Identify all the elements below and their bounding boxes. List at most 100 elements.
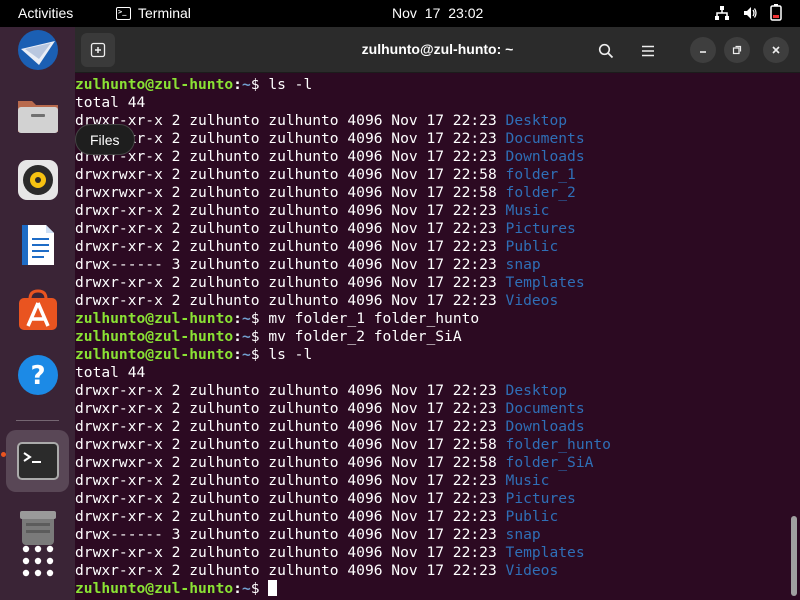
network-icon [715, 5, 729, 20]
files-icon [17, 101, 58, 133]
listing-row: drwxrwxr-x 2 zulhunto zulhunto 4096 Nov … [75, 166, 800, 184]
terminal-output[interactable]: zulhunto@zul-hunto:~$ ls -l total 44 drwxr… [75, 73, 800, 600]
minimize-button[interactable] [690, 37, 716, 63]
dock-separator [16, 420, 59, 421]
entry-meta: drwxr-xr-x 2 zulhunto zulhunto 4096 Nov … [75, 400, 506, 417]
cursor [268, 580, 278, 596]
prompt-user: zulhunto@zul-hunto [75, 310, 234, 327]
entry-name: folder_hunto [505, 436, 611, 453]
dock-help[interactable]: ? [6, 344, 69, 406]
entry-meta: drwxr-xr-x 2 zulhunto zulhunto 4096 Nov … [75, 418, 506, 435]
app-menu-label: Terminal [138, 5, 191, 21]
close-icon [772, 46, 780, 54]
help-icon: ? [17, 355, 58, 395]
svg-text:?: ? [30, 361, 45, 391]
prompt-line: zulhunto@zul-hunto:~$ mv folder_2 folder… [75, 328, 800, 346]
prompt-path: ~ [241, 346, 251, 363]
listing-row: drwxrwxr-x 2 zulhunto zulhunto 4096 Nov … [75, 436, 800, 454]
maximize-button[interactable] [724, 37, 750, 63]
dock-thunderbird[interactable] [6, 19, 69, 81]
terminal-icon [16, 442, 59, 480]
prompt-separator: : [233, 346, 242, 363]
entry-meta: drwxr-xr-x 2 zulhunto zulhunto 4096 Nov … [75, 508, 506, 525]
dock-app-center[interactable] [6, 279, 69, 341]
command-text: mv folder_2 folder_SiA [268, 328, 462, 345]
output-text: total 44 [75, 364, 146, 381]
app-menu[interactable]: >_ Terminal [116, 5, 191, 21]
listing-row: drwxr-xr-x 2 zulhunto zulhunto 4096 Nov … [75, 130, 800, 148]
listing-row: drwxr-xr-x 2 zulhunto zulhunto 4096 Nov … [75, 292, 800, 310]
prompt-separator: : [233, 76, 242, 93]
entry-meta: drwxr-xr-x 2 zulhunto zulhunto 4096 Nov … [75, 202, 506, 219]
dock-writer[interactable] [6, 214, 69, 276]
dock-rhythmbox[interactable] [6, 149, 69, 211]
dock-show-apps[interactable] [6, 530, 69, 592]
entry-name: Documents [505, 130, 585, 147]
apps-grid-icon [22, 545, 53, 577]
dock-files[interactable] [6, 84, 69, 146]
output-line: total 44 [75, 364, 800, 382]
entry-name: folder_2 [505, 184, 576, 201]
prompt-separator: : [233, 580, 242, 597]
scrollbar[interactable] [791, 516, 797, 596]
hamburger-menu-icon [642, 45, 654, 57]
files-tooltip: Files [75, 124, 135, 155]
entry-name: Music [505, 472, 550, 489]
prompt-separator: : [233, 310, 242, 327]
entry-name: Downloads [505, 418, 585, 435]
rhythmbox-icon [17, 160, 58, 200]
entry-meta: drwxr-xr-x 2 zulhunto zulhunto 4096 Nov … [75, 292, 506, 309]
output-text: total 44 [75, 94, 146, 111]
clock[interactable]: Nov 17 23:02 [392, 5, 483, 21]
entry-name: Desktop [505, 112, 568, 129]
close-button[interactable] [763, 37, 789, 63]
prompt-user: zulhunto@zul-hunto [75, 580, 234, 597]
listing-row: drwxr-xr-x 2 zulhunto zulhunto 4096 Nov … [75, 202, 800, 220]
entry-meta: drwxr-xr-x 2 zulhunto zulhunto 4096 Nov … [75, 220, 506, 237]
prompt-path: ~ [241, 580, 251, 597]
menu-button[interactable] [633, 36, 663, 66]
prompt-user: zulhunto@zul-hunto [75, 328, 234, 345]
entry-name: Public [505, 238, 559, 255]
entry-name: Music [505, 202, 550, 219]
entry-name: Videos [505, 292, 559, 309]
listing-row: drwxr-xr-x 2 zulhunto zulhunto 4096 Nov … [75, 418, 800, 436]
entry-name: Templates [505, 274, 585, 291]
entry-name: Desktop [505, 382, 568, 399]
entry-meta: drwx------ 3 zulhunto zulhunto 4096 Nov … [75, 256, 506, 273]
thunderbird-icon [17, 30, 58, 70]
listing-row: drwxr-xr-x 2 zulhunto zulhunto 4096 Nov … [75, 148, 800, 166]
minimize-icon [700, 51, 706, 53]
output-line: total 44 [75, 94, 800, 112]
prompt-user: zulhunto@zul-hunto [75, 346, 234, 363]
entry-meta: drwxrwxr-x 2 zulhunto zulhunto 4096 Nov … [75, 184, 506, 201]
prompt-symbol: $ [250, 346, 269, 363]
header-bar[interactable]: zulhunto@zul-hunto: ~ [75, 27, 800, 73]
prompt-symbol: $ [250, 310, 269, 327]
entry-name: Videos [505, 562, 559, 579]
listing-row: drwxrwxr-x 2 zulhunto zulhunto 4096 Nov … [75, 454, 800, 472]
entry-meta: drwxrwxr-x 2 zulhunto zulhunto 4096 Nov … [75, 436, 506, 453]
listing-row: drwxr-xr-x 2 zulhunto zulhunto 4096 Nov … [75, 400, 800, 418]
system-tray[interactable] [714, 4, 782, 21]
entry-meta: drwxr-xr-x 2 zulhunto zulhunto 4096 Nov … [75, 544, 506, 561]
search-button[interactable] [591, 36, 621, 66]
entry-meta: drwxr-xr-x 2 zulhunto zulhunto 4096 Nov … [75, 238, 506, 255]
listing-row: drwxr-xr-x 2 zulhunto zulhunto 4096 Nov … [75, 544, 800, 562]
listing-row: drwxr-xr-x 2 zulhunto zulhunto 4096 Nov … [75, 274, 800, 292]
entry-name: Pictures [505, 220, 576, 237]
entry-meta: drwx------ 3 zulhunto zulhunto 4096 Nov … [75, 526, 506, 543]
entry-meta: drwxr-xr-x 2 zulhunto zulhunto 4096 Nov … [75, 130, 506, 147]
prompt-path: ~ [241, 310, 251, 327]
terminal-window: zulhunto@zul-hunto: ~ zulhunto@zul-hunto… [75, 27, 800, 600]
prompt-line: zulhunto@zul-hunto:~$ ls -l [75, 76, 800, 94]
entry-name: folder_SiA [505, 454, 594, 471]
prompt-line: zulhunto@zul-hunto:~$ [75, 580, 800, 598]
prompt-line: zulhunto@zul-hunto:~$ ls -l [75, 346, 800, 364]
listing-row: drwx------ 3 zulhunto zulhunto 4096 Nov … [75, 526, 800, 544]
prompt-separator: : [233, 328, 242, 345]
listing-row: drwxrwxr-x 2 zulhunto zulhunto 4096 Nov … [75, 184, 800, 202]
listing-row: drwxr-xr-x 2 zulhunto zulhunto 4096 Nov … [75, 490, 800, 508]
prompt-path: ~ [241, 328, 251, 345]
dock-terminal[interactable] [6, 430, 69, 492]
